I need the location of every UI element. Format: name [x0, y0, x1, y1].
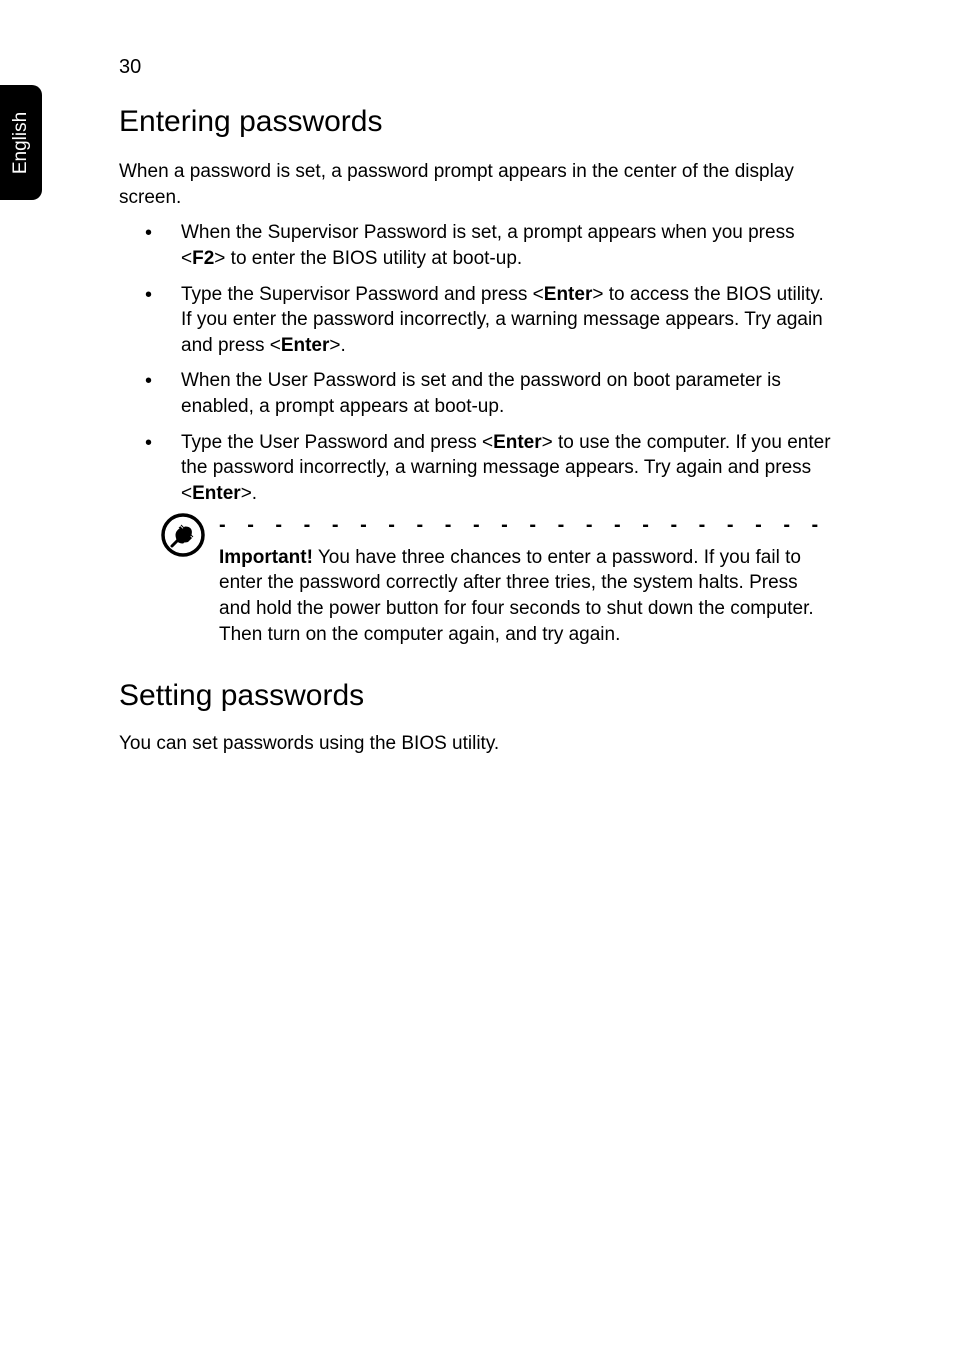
key-enter: Enter: [192, 483, 241, 504]
page-number: 30: [119, 56, 141, 79]
heading-setting-passwords: Setting passwords: [119, 679, 839, 713]
bullet-text: Type the Supervisor Password and press <: [181, 284, 544, 305]
heading-entering-passwords: Entering passwords: [119, 105, 839, 139]
bullet-item-2: Type the Supervisor Password and press <…: [119, 282, 839, 359]
bullet-list: When the Supervisor Password is set, a p…: [119, 220, 839, 506]
key-f2: F2: [192, 248, 214, 269]
bullet-text: >.: [241, 483, 257, 504]
key-enter: Enter: [544, 284, 593, 305]
setting-passwords-body: You can set passwords using the BIOS uti…: [119, 731, 839, 757]
note-text: Important! You have three chances to ent…: [219, 545, 829, 648]
bullet-item-3: When the User Password is set and the pa…: [119, 368, 839, 419]
dashed-separator: - - - - - - - - - - - - - - - - - - - - …: [219, 513, 829, 539]
intro-paragraph: When a password is set, a password promp…: [119, 159, 839, 210]
key-enter: Enter: [493, 432, 542, 453]
bullet-item-4: Type the User Password and press <Enter>…: [119, 430, 839, 507]
main-content: Entering passwords When a password is se…: [119, 105, 839, 757]
bullet-text: When the User Password is set and the pa…: [181, 370, 781, 417]
important-label: Important!: [219, 547, 313, 568]
language-tab-label: English: [10, 111, 32, 173]
bullet-text: >.: [329, 335, 345, 356]
important-note: - - - - - - - - - - - - - - - - - - - - …: [119, 513, 839, 648]
key-enter: Enter: [281, 335, 330, 356]
pin-icon: [161, 513, 205, 557]
language-tab: English: [0, 85, 42, 200]
bullet-text: Type the User Password and press <: [181, 432, 493, 453]
bullet-text: > to enter the BIOS utility at boot-up.: [214, 248, 522, 269]
bullet-item-1: When the Supervisor Password is set, a p…: [119, 220, 839, 271]
